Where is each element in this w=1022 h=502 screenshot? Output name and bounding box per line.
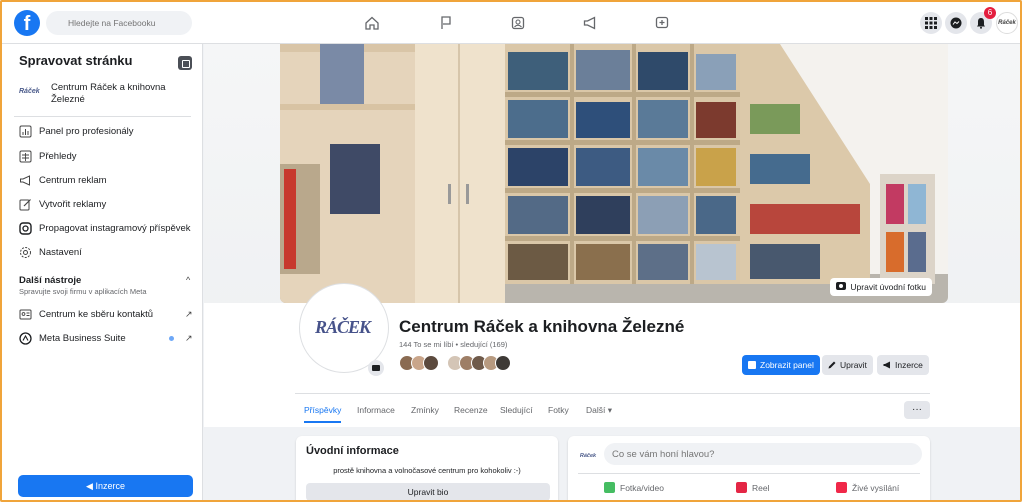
photo-icon xyxy=(604,482,615,493)
camera-icon xyxy=(836,282,847,290)
sidebar-item-ads-center[interactable]: Centrum reklam xyxy=(19,172,199,190)
tab-reviews[interactable]: Recenze xyxy=(454,403,488,423)
post-composer-card: Ráček Fotka/video Reel Živé vysílání xyxy=(568,436,930,500)
sidebar-item-label: Meta Business Suite xyxy=(39,333,126,344)
dashboard-icon xyxy=(19,125,32,138)
sidebar-item-settings[interactable]: Nastavení xyxy=(19,244,199,262)
page-logo-small: Ráček xyxy=(19,88,40,95)
view-dashboard-button[interactable]: Zobrazit panel xyxy=(742,355,820,375)
more-tools-title[interactable]: Další nástroje xyxy=(19,275,81,286)
meta-icon xyxy=(19,332,32,345)
sidebar-item-promote-instagram[interactable]: Propagovat instagramový příspěvek xyxy=(19,220,199,238)
sidebar-item-label: Vytvořit reklamy xyxy=(39,199,107,210)
live-video-label: Živé vysílání xyxy=(852,483,900,493)
sidebar-page-switcher[interactable]: Ráček Centrum Ráček a knihovna Železné xyxy=(19,80,199,114)
chevron-up-icon[interactable]: ^ xyxy=(186,275,190,285)
sidebar-title: Spravovat stránku xyxy=(19,53,133,68)
page-header: RÁČEK Centrum Ráček a knihovna Železné 1… xyxy=(204,284,1020,427)
reel-icon xyxy=(736,482,747,493)
dashboard-icon xyxy=(748,361,756,369)
photo-video-label: Fotka/video xyxy=(620,483,664,493)
cover-photo[interactable]: Upravit úvodní fotku xyxy=(280,44,948,303)
sidebar-item-label: Přehledy xyxy=(39,151,77,162)
avatar xyxy=(495,355,511,371)
tab-photos[interactable]: Fotky xyxy=(548,403,569,423)
sidebar-item-label: Propagovat instagramový příspěvek xyxy=(39,223,191,234)
promote-button-label: Inzerce xyxy=(95,480,125,491)
divider xyxy=(14,116,191,117)
ads-manager-icon[interactable] xyxy=(510,15,526,31)
tab-mentions[interactable]: Zmínky xyxy=(411,403,439,423)
gear-icon xyxy=(19,246,32,259)
sidebar-collapse-icon[interactable] xyxy=(178,56,192,70)
profile-avatar[interactable]: Ráček xyxy=(996,12,1018,34)
divider xyxy=(295,393,930,394)
tab-followers[interactable]: Sledující xyxy=(500,403,533,423)
promote-page-label: Inzerce xyxy=(895,360,923,370)
live-video-icon xyxy=(836,482,847,493)
edit-cover-photo-button[interactable]: Upravit úvodní fotku xyxy=(830,278,932,296)
megaphone-icon xyxy=(19,174,32,187)
edit-bio-button[interactable]: Upravit bio xyxy=(306,483,550,500)
tab-about[interactable]: Informace xyxy=(357,403,395,423)
pencil-icon xyxy=(19,198,32,211)
notification-count-badge: 6 xyxy=(984,7,996,19)
divider xyxy=(578,473,920,474)
search-input[interactable] xyxy=(46,11,192,35)
sidebar-item-contacts-center[interactable]: Centrum ke sběru kontaktů ↗ xyxy=(19,306,199,324)
external-link-icon: ↗ xyxy=(185,333,193,343)
sidebar-item-label: Nastavení xyxy=(39,247,82,258)
promote-page-button[interactable]: Inzerce xyxy=(877,355,929,375)
sidebar-item-meta-business-suite[interactable]: Meta Business Suite ↗ xyxy=(19,330,199,348)
intro-bio-text: prostě knihovna a volnočasové centrum pr… xyxy=(333,466,521,475)
sidebar-item-label: Centrum reklam xyxy=(39,175,107,186)
insights-icon xyxy=(19,150,32,163)
external-link-icon: ↗ xyxy=(185,309,193,319)
contacts-icon xyxy=(19,308,32,321)
reel-label: Reel xyxy=(752,483,770,493)
edit-page-label: Upravit xyxy=(840,360,867,370)
page-profile-picture[interactable]: RÁČEK xyxy=(300,284,388,372)
megaphone-icon[interactable] xyxy=(582,15,598,31)
messenger-icon[interactable] xyxy=(945,12,967,34)
tab-posts[interactable]: Příspěvky xyxy=(304,403,342,423)
sidebar-item-insights[interactable]: Přehledy xyxy=(19,148,199,166)
sidebar-item-professional-dashboard[interactable]: Panel pro profesionály xyxy=(19,123,199,141)
instagram-icon xyxy=(19,222,32,235)
intro-card: Úvodní informace prostě knihovna a volno… xyxy=(296,436,558,500)
page-stats[interactable]: 144 To se mi líbí • sledující (169) xyxy=(399,340,507,349)
app-window: f 6 Ráček Spravovat stránku xyxy=(0,0,1022,502)
intro-title: Úvodní informace xyxy=(306,445,399,457)
top-navigation-bar: f 6 Ráček xyxy=(2,2,1020,44)
post-composer-input[interactable] xyxy=(604,443,922,465)
view-dashboard-label: Zobrazit panel xyxy=(760,360,814,370)
sidebar-item-create-ads[interactable]: Vytvořit reklamy xyxy=(19,196,199,214)
page-main-area: Upravit úvodní fotku RÁČEK Centrum Ráček… xyxy=(204,44,1020,500)
follower-avatars[interactable] xyxy=(399,355,539,371)
menu-grid-icon[interactable] xyxy=(920,12,942,34)
flag-icon[interactable] xyxy=(438,15,454,31)
manage-page-sidebar: Spravovat stránku Ráček Centrum Ráček a … xyxy=(2,44,203,500)
facebook-logo[interactable]: f xyxy=(14,10,40,36)
page-title: Centrum Ráček a knihovna Železné xyxy=(399,317,685,336)
more-tools-subtitle: Spravujte svoji firmu v aplikacích Meta xyxy=(19,287,147,296)
sidebar-page-name: Centrum Ráček a knihovna Železné xyxy=(51,82,166,105)
tab-more[interactable]: Další ▾ xyxy=(586,403,612,423)
more-options-button[interactable]: ··· xyxy=(904,401,930,419)
avatar xyxy=(423,355,439,371)
promote-button[interactable]: ◀ Inzerce xyxy=(18,475,193,497)
edit-cover-photo-label: Upravit úvodní fotku xyxy=(850,282,926,292)
new-indicator-dot xyxy=(169,336,174,341)
avatar: Ráček xyxy=(578,446,598,466)
pencil-icon xyxy=(828,361,836,369)
edit-page-button[interactable]: Upravit xyxy=(822,355,873,375)
cover-photo-image xyxy=(280,44,948,303)
camera-icon[interactable] xyxy=(368,360,384,376)
home-icon[interactable] xyxy=(364,15,380,31)
megaphone-icon xyxy=(883,361,891,369)
sidebar-item-label: Panel pro profesionály xyxy=(39,126,134,137)
page-logo-text: RÁČEK xyxy=(315,317,371,337)
new-post-icon[interactable] xyxy=(654,15,670,31)
sidebar-item-label: Centrum ke sběru kontaktů xyxy=(39,309,154,320)
